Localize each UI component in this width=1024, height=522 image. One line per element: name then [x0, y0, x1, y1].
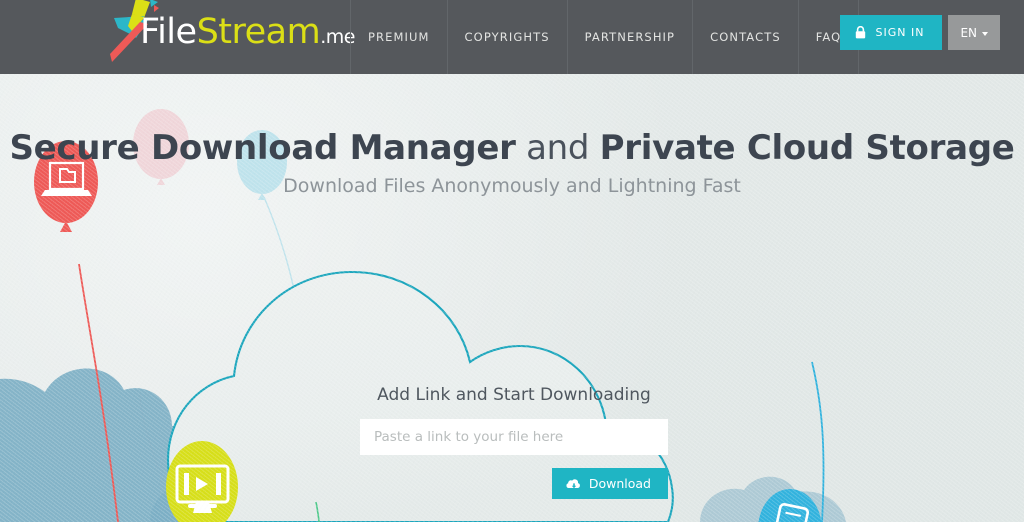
- headline-conjunction: and: [515, 128, 600, 168]
- language-selector[interactable]: EN: [948, 15, 1000, 50]
- nav-item-premium[interactable]: PREMIUM: [350, 0, 447, 74]
- cloud-download-icon: [566, 478, 580, 488]
- headline-part2: Private Cloud Storage: [599, 128, 1015, 168]
- download-button-row: Download: [360, 468, 668, 499]
- logo-text-stream: Stream: [196, 12, 321, 52]
- chevron-down-icon: [982, 31, 988, 36]
- link-input[interactable]: [360, 419, 668, 455]
- lock-icon: [856, 26, 866, 39]
- sign-in-button[interactable]: SIGN IN: [840, 15, 943, 50]
- language-label: EN: [960, 25, 977, 40]
- headline-part1: Secure Download Manager: [9, 128, 516, 168]
- page-title: Secure Download Manager and Private Clou…: [0, 128, 1024, 168]
- download-form: Add Link and Start Downloading Download: [360, 385, 668, 499]
- site-header: FileStream.me PREMIUM COPYRIGHTS PARTNER…: [0, 0, 1024, 74]
- download-button-label: Download: [588, 476, 651, 491]
- main-navigation: PREMIUM COPYRIGHTS PARTNERSHIP CONTACTS …: [350, 0, 860, 74]
- logo-text-file: File: [140, 12, 197, 52]
- page-subtitle: Download Files Anonymously and Lightning…: [283, 175, 741, 197]
- nav-item-copyrights[interactable]: COPYRIGHTS: [446, 0, 567, 74]
- download-button[interactable]: Download: [551, 468, 668, 499]
- sign-in-label: SIGN IN: [875, 26, 925, 39]
- nav-item-partnership[interactable]: PARTNERSHIP: [566, 0, 692, 74]
- logo-text: FileStream.me: [140, 12, 355, 52]
- header-actions: SIGN IN EN: [840, 15, 1000, 50]
- form-title: Add Link and Start Downloading: [377, 385, 651, 405]
- nav-item-contacts[interactable]: CONTACTS: [692, 0, 798, 74]
